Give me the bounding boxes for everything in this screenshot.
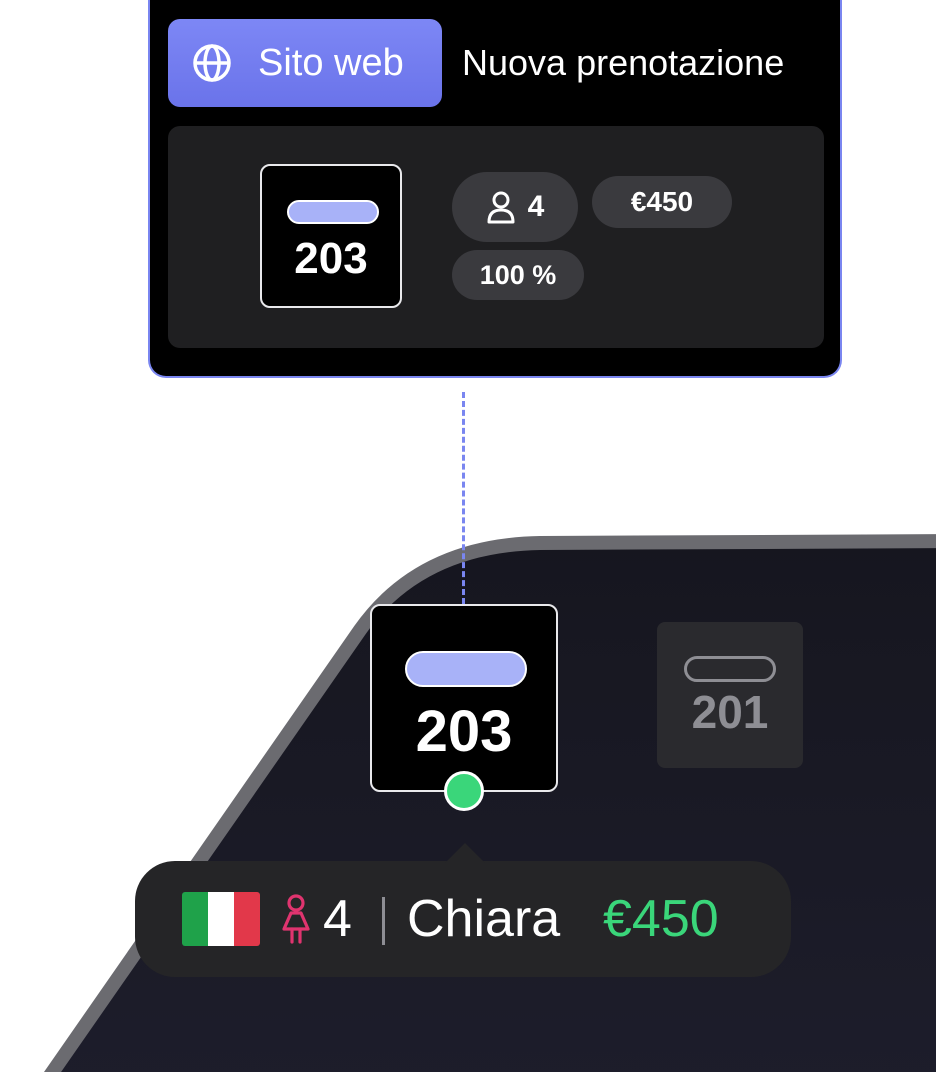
guest-tag[interactable]: 4 Chiara €450 bbox=[135, 843, 791, 977]
globe-icon bbox=[193, 44, 231, 82]
room-number: 203 bbox=[294, 234, 368, 283]
guest-price: €450 bbox=[603, 890, 719, 948]
guest-name: Chiara bbox=[407, 890, 561, 948]
booking-card[interactable]: Sito web Nuova prenotazione 203 4 €450 1… bbox=[148, 0, 842, 378]
bed-icon bbox=[405, 651, 527, 687]
italy-flag-icon bbox=[182, 892, 260, 946]
bed-icon bbox=[287, 200, 379, 224]
price-value: €450 bbox=[630, 186, 694, 217]
percent-pill: 100 % bbox=[452, 250, 584, 300]
source-label: Sito web bbox=[258, 42, 404, 84]
female-guest-icon bbox=[282, 894, 310, 944]
room-201-tile[interactable]: 201 bbox=[657, 622, 803, 768]
room-203-tile[interactable]: 203 bbox=[370, 604, 558, 792]
guests-count: 4 bbox=[527, 190, 545, 223]
bed-icon bbox=[684, 656, 776, 682]
guest-count: 4 bbox=[323, 890, 352, 948]
guests-pill: 4 bbox=[452, 172, 578, 242]
room-tile-preview[interactable]: 203 bbox=[260, 164, 402, 308]
user-icon bbox=[487, 191, 515, 224]
price-pill: €450 bbox=[592, 176, 732, 228]
divider bbox=[382, 897, 385, 945]
room-number: 203 bbox=[415, 699, 513, 764]
booking-details: 203 4 €450 100 % bbox=[168, 126, 824, 348]
tag-pointer bbox=[445, 843, 485, 863]
room-number: 201 bbox=[691, 686, 769, 738]
card-title: Nuova prenotazione bbox=[462, 42, 785, 83]
status-dot bbox=[444, 771, 484, 811]
connector-line bbox=[462, 392, 465, 604]
source-badge[interactable]: Sito web bbox=[168, 19, 442, 107]
percent-value: 100 % bbox=[479, 259, 557, 290]
